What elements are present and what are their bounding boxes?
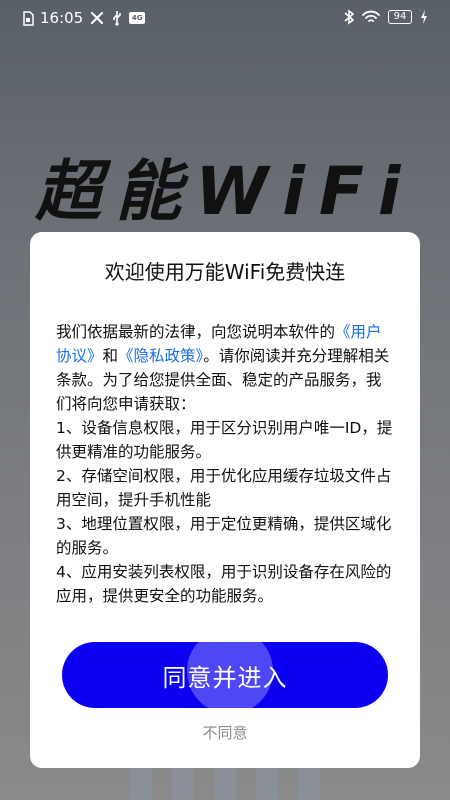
dialog-intro: 我们依据最新的法律，向您说明本软件的《用户协议》和《隐私政策》。请你阅读并充分理…	[56, 320, 396, 416]
dialog-body: 我们依据最新的法律，向您说明本软件的《用户协议》和《隐私政策》。请你阅读并充分理…	[56, 320, 396, 608]
status-bar: 16:05 4G 94	[0, 0, 450, 36]
agree-button-label: 同意并进入	[162, 664, 288, 692]
disagree-button[interactable]: 不同意	[30, 722, 420, 743]
permission-item-app-list: 4、应用安装列表权限，用于识别设备存在风险的应用，提供更安全的功能服务。	[56, 563, 392, 605]
sim-card-icon	[22, 10, 34, 26]
battery-indicator: 94	[388, 10, 412, 24]
decoration-bar	[172, 765, 194, 800]
background-decoration	[92, 765, 358, 800]
permission-item-device-info: 1、设备信息权限，用于区分识别用户唯一ID，提供更精准的功能服务。	[56, 419, 393, 461]
bluetooth-icon	[344, 9, 354, 25]
agree-and-enter-button[interactable]: 同意并进入	[62, 642, 388, 708]
status-bar-right: 94	[344, 9, 428, 25]
intro-text-before: 我们依据最新的法律，向您说明本软件的	[56, 323, 336, 341]
permission-item-location: 3、地理位置权限，用于定位更精确，提供区域化的服务。	[56, 515, 392, 557]
status-time: 16:05	[40, 9, 84, 27]
usb-icon	[111, 10, 123, 26]
decoration-bar	[214, 765, 236, 800]
dialog-title: 欢迎使用万能WiFi免费快连	[104, 260, 346, 284]
decoration-bar	[130, 765, 152, 800]
privacy-policy-link[interactable]: 《隐私政策》	[118, 347, 203, 365]
permission-item-storage: 2、存储空间权限，用于优化应用缓存垃圾文件占用空间，提升手机性能	[56, 467, 392, 509]
tools-icon	[89, 10, 105, 26]
app-logo-text: 超能WiFi	[35, 153, 415, 230]
status-bar-left: 16:05 4G	[22, 9, 146, 27]
decoration-bar	[256, 765, 278, 800]
privacy-dialog: 欢迎使用万能WiFi免费快连 我们依据最新的法律，向您说明本软件的《用户协议》和…	[30, 232, 420, 768]
charging-icon	[420, 9, 428, 25]
and-text: 和	[102, 347, 119, 365]
wifi-icon	[362, 9, 380, 25]
decoration-bar	[298, 765, 320, 800]
network-type-badge: 4G	[129, 12, 146, 24]
